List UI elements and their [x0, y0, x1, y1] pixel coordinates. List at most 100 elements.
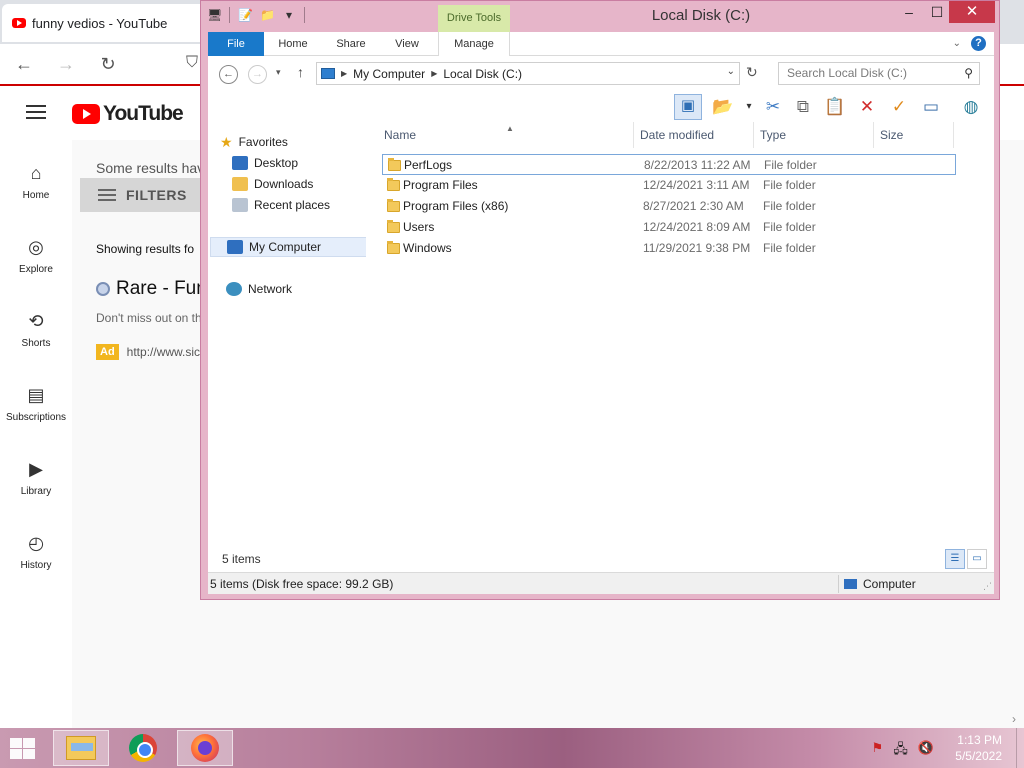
sidebar-item-history[interactable]: ◴ History: [0, 532, 72, 571]
forward-arrow-icon[interactable]: →: [48, 54, 84, 75]
up-arrow-icon[interactable]: ↑: [297, 64, 304, 80]
system-tray: ⚑ 🖧 🔇: [872, 740, 934, 762]
sidebar-item-explore[interactable]: ◎ Explore: [0, 236, 72, 275]
search-placeholder: Search Local Disk (C:): [787, 66, 908, 80]
back-arrow-icon[interactable]: ←: [6, 54, 42, 75]
shield-icon[interactable]: ⛉: [186, 54, 198, 72]
file-name: Windows: [403, 241, 452, 255]
hamburger-menu-icon[interactable]: [26, 105, 46, 119]
sidebar-item-subscriptions[interactable]: ▤ Subscriptions: [0, 384, 72, 423]
file-list: Name ▲ Date modified Type Size PerfLogs …: [378, 122, 994, 546]
sidebar-item-shorts[interactable]: ⟲ Shorts: [0, 310, 72, 349]
paste-icon[interactable]: 📋: [824, 96, 846, 118]
ad-line[interactable]: Ad http://www.sic: [96, 344, 200, 360]
column-header-type[interactable]: Type: [754, 122, 874, 148]
file-row[interactable]: PerfLogs 8/22/2013 11:22 AM File folder: [382, 154, 956, 175]
copy-icon[interactable]: ⧉: [792, 96, 814, 118]
maximize-button[interactable]: ☐: [923, 1, 951, 23]
start-button[interactable]: [8, 736, 36, 760]
file-name: PerfLogs: [404, 158, 453, 172]
breadcrumb-separator-icon[interactable]: ▶: [341, 69, 347, 78]
folder-icon: [387, 220, 400, 233]
taskbar: ⚑ 🖧 🔇 1:13 PM 5/5/2022: [0, 728, 1024, 768]
address-dropdown-icon[interactable]: ⌄: [727, 66, 735, 77]
nav-recent-places[interactable]: Recent places: [232, 195, 362, 215]
column-header-name[interactable]: Name ▲: [378, 122, 634, 148]
search-input[interactable]: Search Local Disk (C:) ⚲: [778, 62, 980, 85]
qat-dropdown-icon[interactable]: ▾: [282, 7, 296, 23]
browser-tab-youtube[interactable]: funny vedios - YouTube: [2, 4, 212, 42]
sidebar-item-home[interactable]: ⌂ Home: [0, 162, 72, 201]
breadcrumb-my-computer[interactable]: My Computer: [353, 67, 425, 81]
tab-manage[interactable]: Manage: [438, 32, 510, 56]
nav-downloads[interactable]: Downloads: [232, 174, 362, 194]
checkmark-icon[interactable]: ✓: [888, 96, 910, 118]
qat-divider: [304, 7, 305, 23]
preview-pane-icon[interactable]: ▣: [674, 94, 702, 120]
tab-share[interactable]: Share: [326, 32, 376, 56]
volume-muted-icon[interactable]: 🔇: [918, 740, 934, 762]
explorer-titlebar[interactable]: 🖥 📝 📁 ▾ Drive Tools Local Disk (C:) – ☐ …: [201, 1, 999, 32]
breadcrumb-local-disk[interactable]: Local Disk (C:): [443, 67, 522, 81]
file-row[interactable]: Program Files 12/24/2021 3:11 AM File fo…: [382, 175, 956, 196]
properties-icon[interactable]: 📝: [238, 7, 253, 23]
taskbar-firefox[interactable]: [177, 730, 233, 766]
file-row[interactable]: Program Files (x86) 8/27/2021 2:30 AM Fi…: [382, 196, 956, 217]
nav-network[interactable]: Network: [226, 279, 362, 299]
column-header-date[interactable]: Date modified: [634, 122, 754, 148]
tab-home[interactable]: Home: [268, 32, 318, 56]
clock[interactable]: 1:13 PM 5/5/2022: [955, 732, 1002, 764]
nav-my-computer[interactable]: My Computer: [210, 237, 368, 257]
refresh-icon[interactable]: ↻: [746, 64, 758, 81]
status-location-label: Computer: [863, 577, 916, 591]
tab-file[interactable]: File: [208, 32, 264, 56]
resize-grip-icon[interactable]: ⋰: [983, 581, 992, 592]
network-icon: [226, 282, 242, 296]
pane-divider[interactable]: [366, 122, 378, 546]
globe-network-icon[interactable]: ◍: [960, 96, 982, 118]
details-view-icon[interactable]: ☰: [945, 549, 965, 569]
delete-icon[interactable]: ✕: [856, 96, 878, 118]
column-header-size[interactable]: Size: [874, 122, 954, 148]
nav-desktop[interactable]: Desktop: [232, 153, 362, 173]
search-icon[interactable]: ⚲: [964, 63, 973, 84]
nav-favorites[interactable]: ★ Favorites: [220, 132, 360, 152]
results-notice: Some results hav: [96, 160, 205, 176]
address-bar[interactable]: ▶ My Computer ▶ Local Disk (C:) ⌄: [316, 62, 740, 85]
show-desktop-button[interactable]: [1016, 728, 1024, 768]
file-row[interactable]: Users 12/24/2021 8:09 AM File folder: [382, 217, 956, 238]
tab-view[interactable]: View: [383, 32, 431, 56]
new-folder-icon[interactable]: 📁: [260, 7, 275, 23]
file-explorer-window: 🖥 📝 📁 ▾ Drive Tools Local Disk (C:) – ☐ …: [200, 0, 1000, 600]
file-name: Users: [403, 220, 435, 234]
forward-button[interactable]: →: [248, 65, 267, 84]
computer-app-icon[interactable]: 🖥: [207, 7, 222, 23]
rename-icon[interactable]: ▭: [920, 96, 942, 118]
file-type: File folder: [763, 199, 816, 213]
recent-locations-icon[interactable]: ▾: [276, 67, 281, 78]
close-button[interactable]: ✕: [949, 1, 995, 23]
help-icon[interactable]: ?: [971, 36, 986, 51]
windows-logo-icon: [10, 738, 22, 748]
browser-tab-title: funny vedios - YouTube: [32, 15, 168, 31]
expand-ribbon-icon[interactable]: ⌄: [953, 38, 961, 49]
folder-options-icon[interactable]: 📂: [712, 96, 734, 118]
taskbar-file-explorer[interactable]: [53, 730, 109, 766]
back-button[interactable]: ←: [219, 65, 238, 84]
window-title: Local Disk (C:): [651, 7, 751, 24]
minimize-button[interactable]: –: [895, 1, 923, 23]
youtube-favicon-icon: [12, 18, 26, 28]
youtube-logo[interactable]: YouTube: [72, 102, 184, 126]
sidebar-item-label: History: [20, 560, 52, 571]
taskbar-chrome[interactable]: [115, 730, 171, 766]
breadcrumb-separator-icon[interactable]: ▶: [431, 69, 437, 78]
sidebar-item-library[interactable]: ▶ Library: [0, 458, 72, 497]
large-icons-view-icon[interactable]: ▭: [967, 549, 987, 569]
action-center-flag-icon[interactable]: ⚑: [872, 740, 884, 762]
network-status-icon[interactable]: 🖧: [893, 740, 908, 762]
file-row[interactable]: Windows 11/29/2021 9:38 PM File folder: [382, 238, 956, 259]
filters-button[interactable]: FILTERS: [80, 178, 210, 212]
cut-icon[interactable]: ✂: [762, 96, 784, 118]
folder-options-dropdown-icon[interactable]: ▾: [738, 96, 760, 118]
reload-icon[interactable]: ↻: [90, 54, 126, 75]
